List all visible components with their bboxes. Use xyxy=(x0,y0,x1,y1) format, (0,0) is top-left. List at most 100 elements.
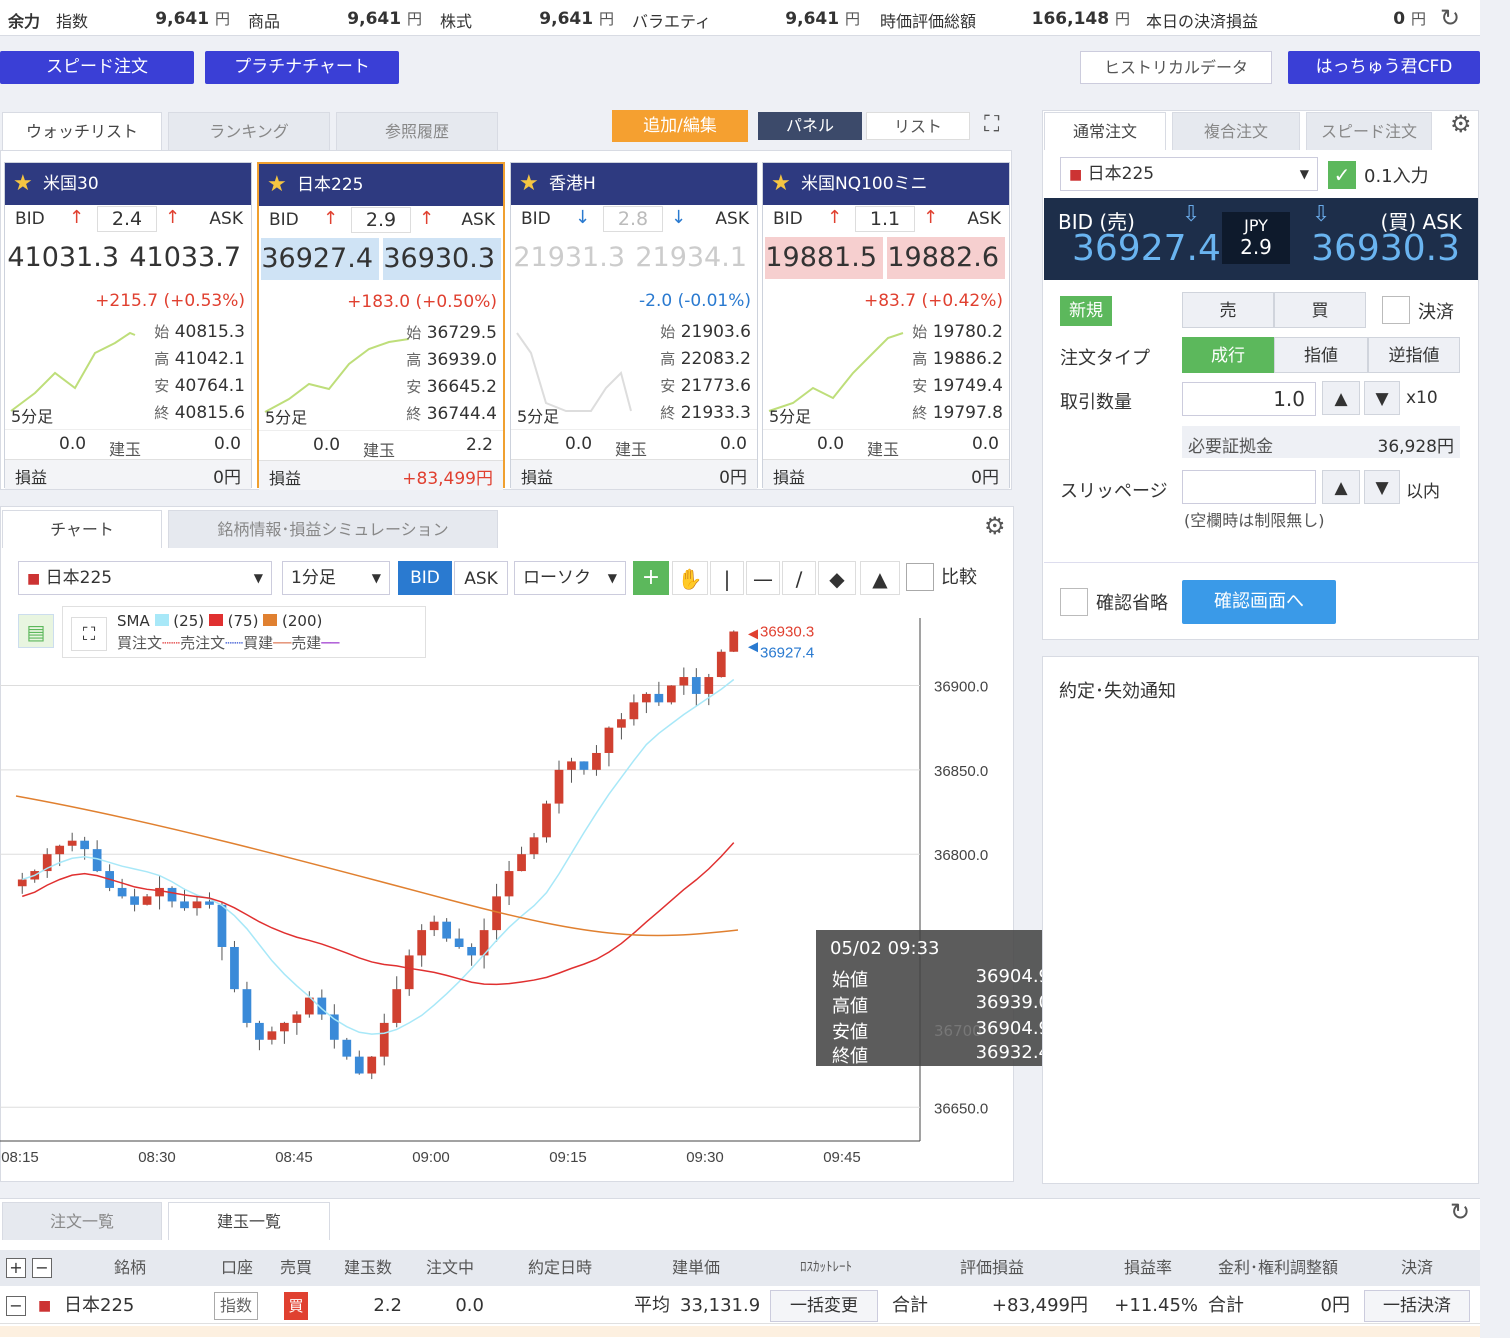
refresh-icon[interactable]: ↻ xyxy=(1440,4,1460,32)
tooltip-low-label: 安値 xyxy=(832,1022,868,1043)
eraser-icon[interactable]: ◆ xyxy=(818,561,856,595)
ask-toggle[interactable]: ASK xyxy=(454,561,508,595)
compare-checkbox[interactable] xyxy=(906,563,934,591)
ask-price[interactable]: 41033.7 xyxy=(129,237,247,279)
tab-normal-order[interactable]: 通常注文 xyxy=(1044,112,1166,150)
chart-symbol-select[interactable]: ■ 日本225 ▼ xyxy=(18,561,272,595)
chart-type-select[interactable]: ローソク ▼ xyxy=(514,561,626,595)
quantity-down-icon[interactable]: ▼ xyxy=(1364,381,1400,415)
platinum-chart-button[interactable]: プラチナチャート xyxy=(205,51,399,84)
horizontal-line-icon[interactable]: — xyxy=(746,561,780,595)
add-edit-button[interactable]: 追加/編集 xyxy=(612,110,748,142)
bid-price[interactable]: 19881.5 xyxy=(765,237,883,279)
clear-drawings-icon[interactable]: ▲ xyxy=(860,561,900,595)
tab-position-list[interactable]: 建玉一覧 xyxy=(168,1202,330,1240)
quantity-input[interactable]: 1.0 xyxy=(1182,382,1316,416)
slippage-down-icon[interactable]: ▼ xyxy=(1364,470,1400,504)
col-header-5[interactable]: 約定日時 xyxy=(494,1250,626,1286)
expand-all-icon[interactable]: + xyxy=(6,1258,26,1278)
candle-body xyxy=(130,896,139,905)
speed-order-button[interactable]: スピード注文 xyxy=(0,51,194,84)
tab-ranking[interactable]: ランキング xyxy=(168,112,330,150)
ask-price[interactable]: 21934.1 xyxy=(635,237,753,279)
chart-settings-gear-icon[interactable]: ⚙ xyxy=(984,512,1006,540)
bulk-change-button[interactable]: 一括変更 xyxy=(770,1290,878,1322)
star-icon[interactable]: ★ xyxy=(267,164,287,206)
new-order-badge[interactable]: 新規 xyxy=(1060,296,1112,326)
collapse-row-icon[interactable]: − xyxy=(6,1296,26,1316)
col-header-10[interactable]: 金利･権利調整額 xyxy=(1202,1250,1354,1286)
watch-card-0[interactable]: ★ 米国30 BID ↑ 2.4 ↑ ASK 41031.3 41033.7 +215.7 (+0… xyxy=(4,162,252,489)
order-symbol-select[interactable]: ■ 日本225 ▼ xyxy=(1060,157,1318,191)
bid-price[interactable]: 36927.4 xyxy=(1072,228,1221,269)
pl-row: 損益 0円 xyxy=(763,459,1009,489)
watch-card-1[interactable]: ★ 日本225 BID ↑ 2.9 ↑ ASK 36927.4 36930.3 +183.0 (+… xyxy=(257,162,505,490)
ask-marker-icon xyxy=(748,629,758,640)
crosshair-icon[interactable]: + xyxy=(633,561,669,595)
tab-speed-order[interactable]: スピード注文 xyxy=(1306,112,1432,150)
list-view-button[interactable]: リスト xyxy=(866,112,970,140)
order-settings-gear-icon[interactable]: ⚙ xyxy=(1450,110,1472,138)
col-header-9[interactable]: 損益率 xyxy=(1096,1250,1200,1286)
candle-body xyxy=(654,693,664,703)
star-icon[interactable]: ★ xyxy=(771,163,791,205)
stop-order-button[interactable]: 逆指値 xyxy=(1368,337,1460,373)
col-header-2[interactable]: 売買 xyxy=(272,1250,320,1286)
sell-button[interactable]: 売 xyxy=(1182,292,1274,328)
collapse-all-icon[interactable]: − xyxy=(32,1258,52,1278)
table-refresh-icon[interactable]: ↻ xyxy=(1450,1198,1470,1226)
quantity-up-icon[interactable]: ▲ xyxy=(1322,381,1360,415)
market-order-button[interactable]: 成行 xyxy=(1182,337,1274,373)
col-header-1[interactable]: 口座 xyxy=(212,1250,262,1286)
tab-history[interactable]: 参照履歴 xyxy=(336,112,498,150)
col-header-6[interactable]: 建単価 xyxy=(630,1250,762,1286)
bid-toggle[interactable]: BID xyxy=(398,561,452,595)
settle-checkbox[interactable] xyxy=(1382,296,1410,324)
tooltip-low: 36904.9 xyxy=(975,1018,1050,1039)
ask-price[interactable]: 19882.6 xyxy=(887,237,1005,279)
price-chart[interactable]: 36900.0 36850.0 36800.0 36650.0 08:15 08:30 08… xyxy=(0,600,1014,1180)
vertical-line-icon[interactable]: | xyxy=(710,561,744,595)
limit-order-button[interactable]: 指値 xyxy=(1274,337,1368,373)
ask-price[interactable]: 36930.3 xyxy=(1311,228,1460,269)
table-row[interactable] xyxy=(0,1326,1480,1337)
expand-icon[interactable]: ⛶ xyxy=(984,112,999,137)
hand-icon[interactable]: ✋ xyxy=(672,561,708,595)
y-tick-label: 36800.0 xyxy=(934,847,988,864)
panel-view-button[interactable]: パネル xyxy=(758,112,862,140)
candle-body xyxy=(267,1031,277,1040)
interval-select[interactable]: 1分足 ▼ xyxy=(282,561,390,595)
star-icon[interactable]: ★ xyxy=(519,163,539,205)
col-header-8[interactable]: 評価損益 xyxy=(890,1250,1094,1286)
skip-confirm-checkbox[interactable] xyxy=(1060,588,1088,616)
historical-data-button[interactable]: ヒストリカルデータ xyxy=(1080,51,1272,84)
col-header-4[interactable]: 注文中 xyxy=(412,1250,488,1286)
down-arrow-icon: ↓ xyxy=(671,207,687,228)
daily-pl-value: 0 円 xyxy=(1393,9,1426,29)
slippage-input[interactable] xyxy=(1182,470,1316,504)
tab-complex-order[interactable]: 複合注文 xyxy=(1172,112,1300,150)
tab-watchlist[interactable]: ウォッチリスト xyxy=(2,112,162,150)
bulk-settle-button[interactable]: 一括決済 xyxy=(1364,1290,1470,1322)
star-icon[interactable]: ★ xyxy=(13,163,33,205)
spread-value: 1.1 xyxy=(855,206,915,232)
col-header-7[interactable]: ﾛｽｶｯﾄﾚｰﾄ xyxy=(764,1250,888,1286)
ask-price[interactable]: 36930.3 xyxy=(383,238,501,280)
bid-price[interactable]: 41031.3 xyxy=(7,237,125,279)
hacchu-cfd-button[interactable]: はっちゅう君CFD xyxy=(1288,51,1480,84)
col-header-3[interactable]: 建玉数 xyxy=(330,1250,406,1286)
watch-card-2[interactable]: ★ 香港H BID ↓ 2.8 ↓ ASK 21931.3 21934.1 -2.0 (-0.01… xyxy=(510,162,758,489)
decimal-input-checkbox[interactable]: ✓ xyxy=(1328,161,1356,189)
tab-order-list[interactable]: 注文一覧 xyxy=(2,1202,162,1240)
buy-button[interactable]: 買 xyxy=(1274,292,1366,328)
col-header-0[interactable]: 銘柄 xyxy=(60,1250,200,1286)
bid-price[interactable]: 21931.3 xyxy=(513,237,631,279)
bid-price[interactable]: 36927.4 xyxy=(261,238,379,280)
trend-line-icon[interactable]: ∕ xyxy=(782,561,816,595)
tab-symbol-info[interactable]: 銘柄情報･損益シミュレーション xyxy=(168,510,498,548)
col-header-11[interactable]: 決済 xyxy=(1356,1250,1478,1286)
slippage-up-icon[interactable]: ▲ xyxy=(1322,470,1360,504)
confirm-screen-button[interactable]: 確認画面へ xyxy=(1182,580,1336,624)
watch-card-3[interactable]: ★ 米国NQ100ミニ BID ↑ 1.1 ↑ ASK 19881.5 19882.6 +83.7… xyxy=(762,162,1010,489)
tab-chart[interactable]: チャート xyxy=(2,510,162,548)
